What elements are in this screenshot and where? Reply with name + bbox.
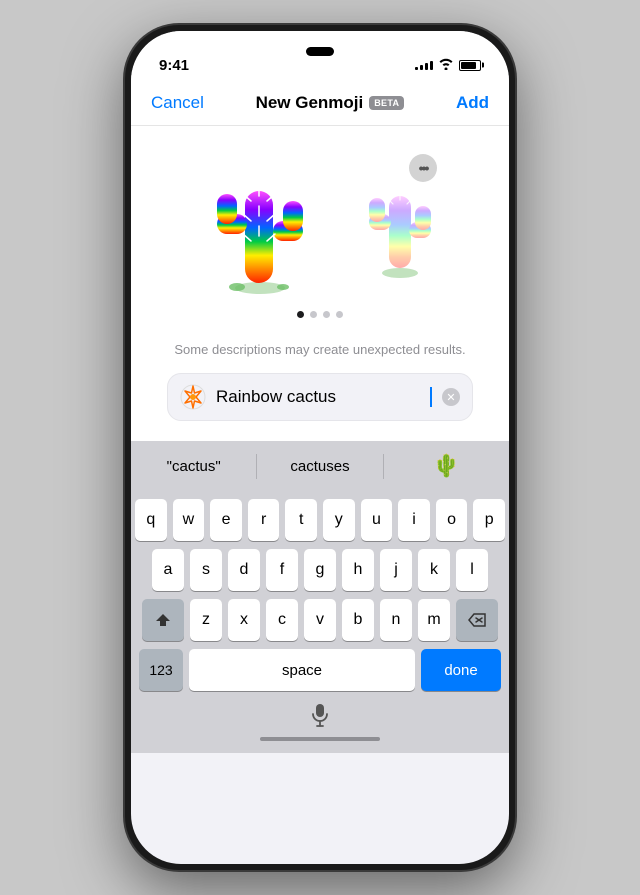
dot-3 [323,311,330,318]
disclaimer-text: Some descriptions may create unexpected … [151,334,489,373]
status-time: 9:41 [159,57,189,74]
nav-title-group: New Genmoji BETA [256,93,405,113]
key-h[interactable]: h [342,549,374,591]
keyboard-row-3: z x c v b n m [135,599,505,641]
key-b[interactable]: b [342,599,374,641]
key-t[interactable]: t [285,499,317,541]
beta-badge: BETA [369,96,404,110]
dot-4 [336,311,343,318]
home-bar [260,737,380,741]
key-s[interactable]: s [190,549,222,591]
microphone-icon[interactable] [310,703,330,727]
key-shift[interactable] [142,599,184,641]
key-k[interactable]: k [418,549,450,591]
key-numbers[interactable]: 123 [139,649,183,691]
key-z[interactable]: z [190,599,222,641]
emoji-preview: ••• [151,146,489,301]
status-icons [415,58,481,73]
signal-icon [415,61,433,70]
key-r[interactable]: r [248,499,280,541]
cancel-button[interactable]: Cancel [151,93,204,113]
key-m[interactable]: m [418,599,450,641]
keyboard-row-2: a s d f g h j k l [135,549,505,591]
key-c[interactable]: c [266,599,298,641]
key-q[interactable]: q [135,499,167,541]
predictive-item-3[interactable]: 🌵 [384,449,509,483]
nav-bar: Cancel New Genmoji BETA Add [131,85,509,126]
pagination-dots [151,301,489,334]
clear-button[interactable]: ✕ [442,388,460,406]
key-space[interactable]: space [189,649,415,691]
emoji-secondary [350,176,450,276]
key-u[interactable]: u [361,499,393,541]
key-done[interactable]: done [421,649,501,691]
key-l[interactable]: l [456,549,488,591]
key-v[interactable]: v [304,599,336,641]
emoji-main [190,156,330,296]
search-row: Rainbow cactus ✕ [151,373,489,421]
predictive-item-2[interactable]: cactuses [257,454,383,479]
key-i[interactable]: i [398,499,430,541]
genmoji-icon [180,384,206,410]
wifi-icon [438,58,454,73]
search-input-value[interactable]: Rainbow cactus [216,387,420,407]
dot-2 [310,311,317,318]
predictive-bar: "cactus" cactuses 🌵 [131,441,509,491]
key-x[interactable]: x [228,599,260,641]
key-e[interactable]: e [210,499,242,541]
nav-title: New Genmoji [256,93,364,113]
add-button[interactable]: Add [456,93,489,113]
phone-screen: 9:41 Cancel New Genmoj [131,31,509,864]
phone-frame: 9:41 Cancel New Genmoj [125,25,515,870]
key-a[interactable]: a [152,549,184,591]
mic-row [131,699,509,729]
key-g[interactable]: g [304,549,336,591]
predictive-item-1[interactable]: "cactus" [131,454,257,479]
key-o[interactable]: o [436,499,468,541]
more-button[interactable]: ••• [409,154,437,182]
key-n[interactable]: n [380,599,412,641]
key-d[interactable]: d [228,549,260,591]
key-j[interactable]: j [380,549,412,591]
dynamic-island [306,47,334,56]
key-w[interactable]: w [173,499,205,541]
keyboard-row-1: q w e r t y u i o p [135,499,505,541]
home-indicator [131,729,509,753]
search-input-container: Rainbow cactus ✕ [167,373,473,421]
key-p[interactable]: p [473,499,505,541]
status-bar: 9:41 [131,31,509,85]
dot-1 [297,311,304,318]
key-y[interactable]: y [323,499,355,541]
key-f[interactable]: f [266,549,298,591]
keyboard-row-bottom: 123 space done [135,649,505,691]
battery-icon [459,60,481,71]
keyboard: q w e r t y u i o p a s d f g h j k [131,491,509,699]
key-backspace[interactable] [456,599,498,641]
content-area: ••• [131,126,509,441]
